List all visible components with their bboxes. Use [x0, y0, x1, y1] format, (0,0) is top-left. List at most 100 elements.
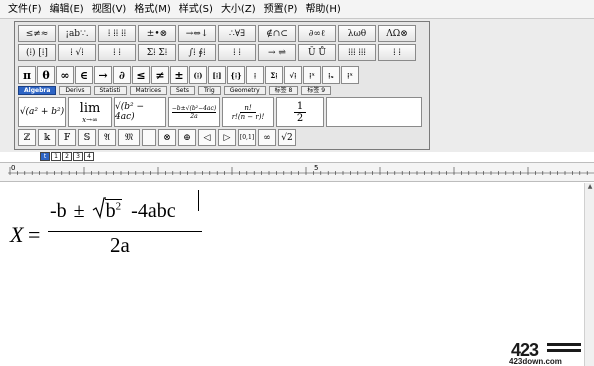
watermark-text: 423down.com	[509, 357, 562, 366]
symbol-palette-row: ≤≠≈ ¡ab∵. ⁞ ⁞⁞ ⁞⁞ ±•⊗ →⇔↓ ∴∀∃ ∉∩⊂ ∂∞ℓ λω…	[18, 25, 416, 42]
sqrt-exponent: 2	[115, 200, 122, 213]
interval-button[interactable]: [0,1]	[238, 129, 256, 146]
fraktur-m-button[interactable]: 𝔐	[118, 129, 140, 146]
infinity-button[interactable]: ∞	[258, 129, 276, 146]
embellishments-palette-button[interactable]: ⁞ ⁞⁞ ⁞⁞	[98, 25, 136, 42]
integers-symbol-button[interactable]: ℤ	[18, 129, 36, 146]
tab-matrices[interactable]: Matrices	[129, 86, 167, 95]
theta-symbol-button[interactable]: θ	[37, 66, 55, 84]
menu-edit[interactable]: 编辑(E)	[46, 0, 88, 19]
greek-lower-palette-button[interactable]: λωθ	[338, 25, 376, 42]
tab-8[interactable]: 标签 8	[268, 86, 299, 95]
empty-template-slot[interactable]	[326, 97, 422, 127]
sub-superscript-template-button[interactable]: ⁞ˣ	[341, 66, 359, 84]
leq-symbol-button[interactable]: ≤	[132, 66, 150, 84]
menu-preferences[interactable]: 预置(P)	[260, 0, 302, 19]
tab-stop-button[interactable]: t	[40, 152, 50, 161]
tab-trig[interactable]: Trig	[197, 86, 221, 95]
tab-algebra[interactable]: Algebra	[18, 86, 57, 95]
circle-times-button[interactable]: ⊗	[158, 129, 176, 146]
tab-sets[interactable]: Sets	[169, 86, 195, 95]
tab-stop-button[interactable]: 2	[62, 152, 72, 161]
menu-view[interactable]: 视图(V)	[88, 0, 131, 19]
product-templates-button[interactable]: Ū Ů	[298, 44, 336, 61]
discriminant-template[interactable]: √(b² − 4ac)	[114, 97, 166, 127]
menu-help[interactable]: 帮助(H)	[301, 0, 344, 19]
numerator-neg-b: -b	[50, 200, 67, 222]
sqrt-expression: b2	[92, 197, 123, 223]
plus-minus-symbol-button[interactable]: ±	[170, 66, 188, 84]
sum-template-button[interactable]: Σ⁞	[265, 66, 283, 84]
combination-template[interactable]: n! r!(n − r)!	[222, 97, 274, 127]
subscript-template-button[interactable]: ⁞ₓ	[322, 66, 340, 84]
template-tabs: Algebra Derivs Statisti Matrices Sets Tr…	[18, 86, 332, 95]
summation-templates-button[interactable]: Σ⁞ Σ⁞	[138, 44, 176, 61]
brackets-template-button[interactable]: [⁞]	[208, 66, 226, 84]
tab-derivs[interactable]: Derivs	[59, 86, 91, 95]
box-templates-button[interactable]: ⁞ ⁞	[378, 44, 416, 61]
pi-symbol-button[interactable]: π	[18, 66, 36, 84]
tab-stop-button[interactable]: 3	[73, 152, 83, 161]
menu-format[interactable]: 格式(M)	[130, 0, 174, 19]
limit-template[interactable]: lim x→∞	[68, 97, 112, 127]
half-fraction-template[interactable]: 1 2	[276, 97, 324, 127]
left-triangle-button[interactable]: ◁	[198, 129, 216, 146]
numerator-remainder: -4abc	[131, 200, 176, 222]
field-symbol-button[interactable]: 𝕜	[38, 129, 56, 146]
ruler-label-zero: 0	[11, 164, 16, 172]
parens-template-button[interactable]: (⁞)	[189, 66, 207, 84]
fraktur-a-button[interactable]: 𝔄	[98, 129, 116, 146]
template-palette-row: (⁞) [⁞] ⁞ √⁞ ⁞ ⁞ Σ⁞ Σ⁞ ∫⁞ ∮⁞ ⁞ ⁞ → ⇌ Ū Ů…	[18, 44, 416, 61]
bar-templates-button[interactable]: ⁞ ⁞	[218, 44, 256, 61]
neq-symbol-button[interactable]: ≠	[151, 66, 169, 84]
sqrt-template-button[interactable]: √⁞	[284, 66, 302, 84]
fraction-radical-templates-button[interactable]: ⁞ √⁞	[58, 44, 96, 61]
labeled-arrow-templates-button[interactable]: → ⇌	[258, 44, 296, 61]
math-toolbar: ≤≠≈ ¡ab∵. ⁞ ⁞⁞ ⁞⁞ ±•⊗ →⇔↓ ∴∀∃ ∉∩⊂ ∂∞ℓ λω…	[14, 21, 430, 150]
ruler-label-five: 5	[314, 164, 319, 172]
relations-palette-button[interactable]: ≤≠≈	[18, 25, 56, 42]
right-triangle-button[interactable]: ▷	[218, 129, 236, 146]
fence-templates-button[interactable]: (⁞) [⁞]	[18, 44, 56, 61]
blackboard-f-button[interactable]: 𝔽	[58, 129, 76, 146]
element-of-symbol-button[interactable]: ∈	[75, 66, 93, 84]
misc-palette-button[interactable]: ∂∞ℓ	[298, 25, 336, 42]
quick-symbols-row: π θ ∞ ∈ → ∂ ≤ ≠ ± (⁞) [⁞] {⁞} ⁞ Σ⁞ √⁞ ⁞ˣ…	[18, 66, 359, 84]
sqrt-content: b2	[104, 199, 123, 222]
fraction-template-button[interactable]: ⁞	[246, 66, 264, 84]
infinity-symbol-button[interactable]: ∞	[56, 66, 74, 84]
ruler[interactable]: 0 5	[0, 162, 594, 182]
superscript-template-button[interactable]: ⁞ˣ	[303, 66, 321, 84]
matrix-templates-button[interactable]: ⁞⁞⁞ ⁞⁞⁞	[338, 44, 376, 61]
tab-stop-button[interactable]: 1	[51, 152, 61, 161]
tab-geometry[interactable]: Geometry	[223, 86, 266, 95]
script-templates-button[interactable]: ⁞ ⁞	[98, 44, 136, 61]
partial-symbol-button[interactable]: ∂	[113, 66, 131, 84]
quadratic-formula-template[interactable]: −b±√(b²−4ac) 2a	[168, 97, 220, 127]
menu-size[interactable]: 大小(Z)	[217, 0, 260, 19]
blackboard-s-button[interactable]: 𝕊	[78, 129, 96, 146]
sqrt-two-button[interactable]: √2	[278, 129, 296, 146]
tab-stop-bar: t 1 2 3 4	[40, 152, 94, 161]
watermark-logo: 423 423down.com	[505, 340, 591, 366]
tab-9[interactable]: 标签 9	[301, 86, 332, 95]
sets-palette-button[interactable]: ∉∩⊂	[258, 25, 296, 42]
integral-templates-button[interactable]: ∫⁞ ∮⁞	[178, 44, 216, 61]
greek-upper-palette-button[interactable]: ΛΩ⊗	[378, 25, 416, 42]
tab-statistics[interactable]: Statisti	[93, 86, 127, 95]
arrows-palette-button[interactable]: →⇔↓	[178, 25, 216, 42]
menu-style[interactable]: 样式(S)	[175, 0, 217, 19]
circle-plus-button[interactable]: ⊕	[178, 129, 196, 146]
braces-template-button[interactable]: {⁞}	[227, 66, 245, 84]
pythagorean-template[interactable]: √(a² + b²)	[18, 97, 66, 127]
menu-file[interactable]: 文件(F)	[4, 0, 46, 19]
arrow-symbol-button[interactable]: →	[94, 66, 112, 84]
expression-templates: √(a² + b²) lim x→∞ √(b² − 4ac) −b±√(b²−4…	[18, 97, 422, 127]
scroll-up-icon[interactable]: ▲	[586, 183, 594, 192]
empty-slot-button[interactable]	[142, 129, 156, 146]
vertical-scrollbar[interactable]: ▲	[584, 183, 594, 366]
spaces-palette-button[interactable]: ¡ab∵.	[58, 25, 96, 42]
operators-palette-button[interactable]: ±•⊗	[138, 25, 176, 42]
tab-stop-button[interactable]: 4	[84, 152, 94, 161]
logic-palette-button[interactable]: ∴∀∃	[218, 25, 256, 42]
